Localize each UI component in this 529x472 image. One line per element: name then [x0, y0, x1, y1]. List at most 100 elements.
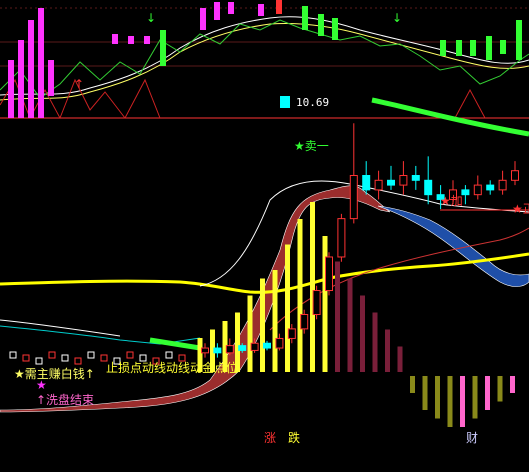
- indicator-spikes: [0, 78, 486, 120]
- candle-body: [74, 357, 82, 365]
- ma-line-red: [269, 227, 529, 331]
- indicator-bar: [144, 36, 150, 44]
- candle-body: [238, 345, 247, 351]
- price-marker: 10.69: [280, 96, 329, 109]
- oscillator-bar: [347, 278, 353, 372]
- indicator-bar: [470, 40, 476, 56]
- oscillator-bar: [497, 376, 503, 402]
- indicator-bar: [486, 36, 492, 60]
- price-marker-icon: [280, 96, 290, 108]
- candle-body: [511, 170, 519, 181]
- indicator-bar: [276, 0, 282, 14]
- candle-body: [263, 342, 271, 349]
- candle-body: [126, 351, 134, 359]
- indicator-bar: [456, 40, 462, 56]
- candle-body: [374, 179, 383, 191]
- indicator-bar: [228, 2, 234, 14]
- candle-body: [461, 189, 470, 196]
- candle-body: [213, 347, 222, 354]
- trend-line-green: [371, 97, 529, 137]
- indicator-bar: [440, 40, 446, 56]
- indicator-bar: [112, 34, 118, 44]
- down-arrow-icon: ↓: [146, 11, 156, 25]
- candle-body: [61, 354, 69, 362]
- oscillator-bars: [197, 202, 515, 427]
- candle-body: [325, 256, 333, 292]
- candle-body: [424, 179, 433, 196]
- candle-body: [22, 354, 30, 362]
- indicator-bar: [516, 20, 522, 60]
- chart-canvas: ↓ ↓ ↑ 10.69 ★卖一 ★加 ★正 ★需主赚白钱↑ 止损点动线动线动金点…: [0, 0, 529, 445]
- oscillator-bar: [485, 376, 490, 410]
- candle-body: [201, 347, 209, 354]
- add-annotation: ★加: [440, 194, 463, 208]
- candle-body: [250, 342, 259, 351]
- wash-end-annotation: ↑洗盘结束: [36, 392, 94, 407]
- oscillator-bar: [322, 236, 328, 372]
- price-label: 10.69: [296, 96, 329, 109]
- indicator-bar: [500, 40, 506, 54]
- oscillator-bar: [410, 376, 415, 393]
- indicator-panel: ↓ ↓ ↑: [0, 0, 529, 120]
- up-arrow-icon: ↑: [74, 77, 84, 91]
- candle-body: [312, 290, 321, 315]
- bottom-left-annotation: ★需主赚白钱↑: [14, 366, 95, 381]
- indicator-bar: [128, 36, 134, 44]
- candle-body: [48, 351, 56, 359]
- ribbon-blue: [377, 205, 529, 287]
- candle-body: [165, 351, 173, 359]
- indicator-bar: [258, 4, 264, 16]
- bottom-marker-down: 跌: [288, 430, 300, 445]
- indicator-bar: [38, 8, 44, 118]
- indicator-bar: [302, 6, 308, 30]
- candle-body: [337, 218, 346, 258]
- candle-body: [287, 328, 296, 339]
- oscillator-bar: [272, 270, 278, 372]
- indicator-bar: [214, 2, 220, 20]
- oscillator-bar: [460, 376, 465, 427]
- indicator-bar: [28, 20, 34, 118]
- oscillator-bar: [447, 376, 453, 427]
- oscillator-bar: [285, 244, 290, 372]
- oscillator-bar: [472, 376, 478, 419]
- oscillator-bar: [372, 312, 378, 372]
- oscillator-bar: [310, 202, 315, 372]
- candle-body: [275, 337, 284, 349]
- oscillator-bar: [385, 329, 390, 372]
- candle-body: [225, 345, 234, 354]
- indicator-bar: [18, 40, 24, 118]
- bottom-marker-finance: 财: [466, 431, 478, 445]
- oscillator-bar: [510, 376, 515, 393]
- indicator-bar: [8, 60, 14, 118]
- bottom-marker-up: 涨: [264, 430, 276, 445]
- star-icon: ★: [36, 378, 47, 392]
- indicator-bar: [318, 14, 324, 36]
- candle-body: [486, 184, 495, 191]
- oscillator-bar: [260, 278, 265, 372]
- oscillator-bar: [397, 346, 403, 372]
- sell-annotation: ★卖一: [294, 139, 329, 153]
- candle-body: [399, 175, 408, 186]
- candle-body: [473, 184, 482, 196]
- mid-banner-annotation: 止损点动线动线动金点位: [106, 360, 238, 375]
- indicator-bar: [200, 8, 206, 30]
- up-annotation: ★正: [512, 202, 529, 216]
- candle-body: [411, 175, 420, 181]
- candle-body: [300, 313, 309, 330]
- candle-body: [362, 175, 371, 191]
- candle-body: [349, 175, 358, 220]
- candle-body: [87, 351, 95, 359]
- indicator-bar: [48, 60, 54, 96]
- candle-body: [9, 351, 17, 359]
- candle-body: [498, 179, 507, 191]
- oscillator-bar: [422, 376, 428, 410]
- indicator-bar: [160, 30, 166, 66]
- candle-body: [387, 179, 395, 186]
- signal-arrows: ↓ ↓ ↑: [74, 11, 402, 91]
- down-arrow-icon: ↓: [392, 11, 402, 25]
- oscillator-bar: [335, 261, 340, 372]
- oscillator-bar: [435, 376, 440, 419]
- oscillator-bar: [297, 219, 303, 372]
- indicator-bar: [332, 18, 338, 40]
- oscillator-bar: [360, 295, 365, 372]
